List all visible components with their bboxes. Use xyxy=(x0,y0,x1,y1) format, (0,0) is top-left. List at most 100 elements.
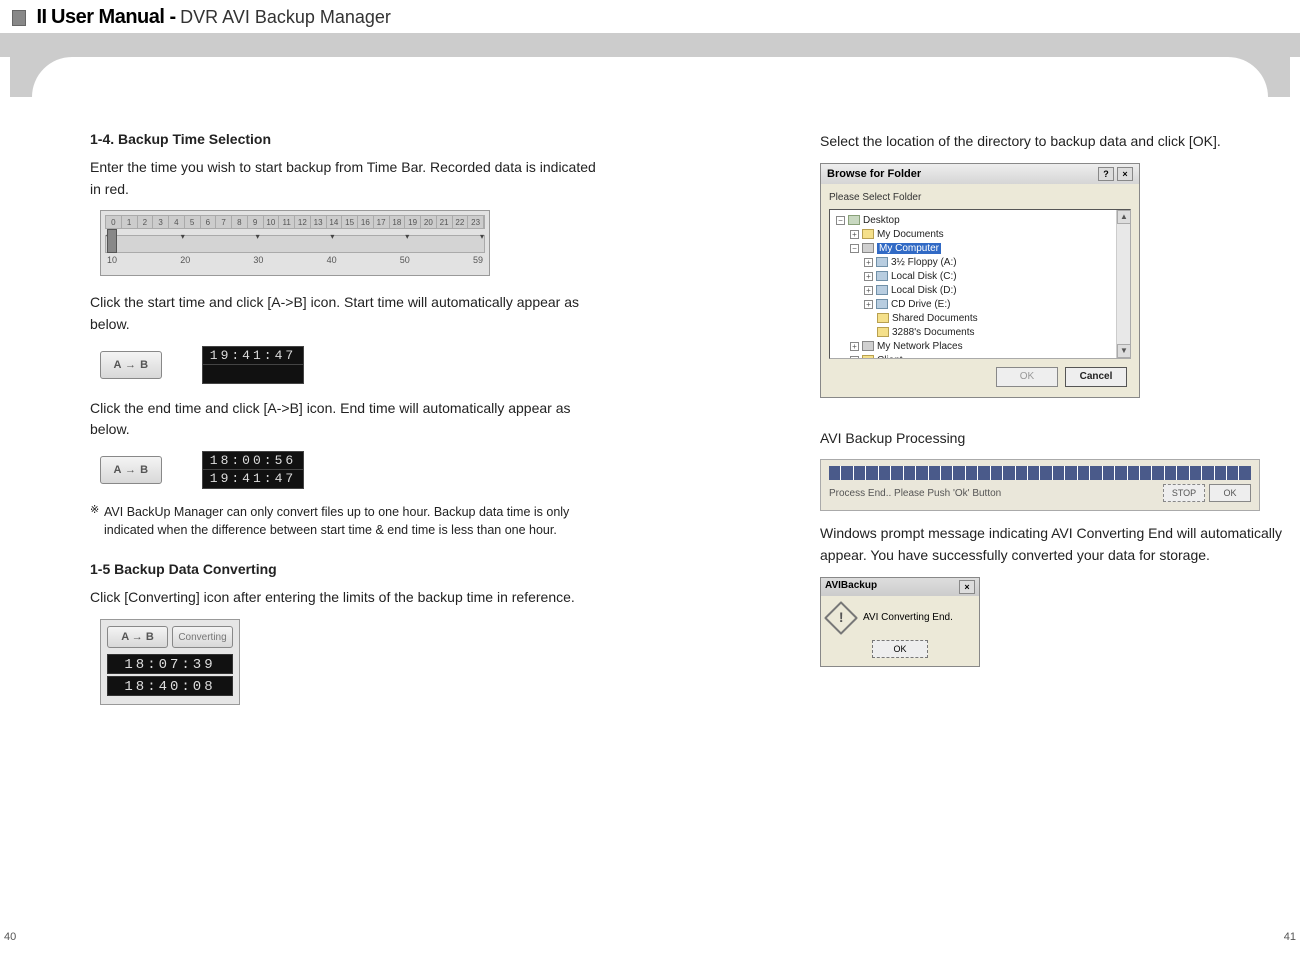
avi-processing-title: AVI Backup Processing xyxy=(820,428,1290,450)
close-icon[interactable]: × xyxy=(1117,167,1133,181)
msgbox-title-text: AVIBackup xyxy=(825,580,877,594)
expand-icon[interactable]: + xyxy=(864,272,873,281)
time-bar-hour-cell[interactable]: 4 xyxy=(169,216,185,228)
progress-segment xyxy=(953,466,964,480)
tree-item-label: Desktop xyxy=(863,215,900,226)
time-bar-hour-cell[interactable]: 23 xyxy=(468,216,484,228)
time-bar-marker-icon[interactable] xyxy=(107,229,117,253)
progress-segment xyxy=(1152,466,1163,480)
tree-item-label: Local Disk (D:) xyxy=(891,285,957,296)
folder-icon xyxy=(862,243,874,253)
progress-segment xyxy=(841,466,852,480)
scroll-up-icon[interactable]: ▲ xyxy=(1117,210,1131,224)
tree-item[interactable]: + Client xyxy=(834,354,1128,359)
progress-text: Process End.. Please Push 'Ok' Button xyxy=(829,488,1001,499)
stop-button[interactable]: STOP xyxy=(1163,484,1205,502)
scrollbar[interactable]: ▲ ▼ xyxy=(1116,210,1130,358)
tree-item[interactable]: +Local Disk (C:) xyxy=(834,270,1128,284)
convert-lcd-start: 18:07:39 xyxy=(107,654,233,674)
progress-segment xyxy=(1040,466,1051,480)
time-bar-hour-cell[interactable]: 13 xyxy=(311,216,327,228)
folder-icon xyxy=(876,257,888,267)
ab-row-start: A → B 19:41:47 xyxy=(100,346,600,384)
time-bar-hour-cell[interactable]: 1 xyxy=(122,216,138,228)
expand-icon[interactable]: + xyxy=(850,230,859,239)
time-bar-hour-cell[interactable]: 19 xyxy=(405,216,421,228)
progress-segment xyxy=(1140,466,1151,480)
progress-segment xyxy=(1165,466,1176,480)
time-bar-hour-cell[interactable]: 3 xyxy=(153,216,169,228)
tree-item[interactable]: Shared Documents xyxy=(834,312,1128,326)
time-bar-hour-cell[interactable]: 6 xyxy=(201,216,217,228)
time-bar-hour-cell[interactable]: 10 xyxy=(264,216,280,228)
start-time-instruction: Click the start time and click [A->B] ic… xyxy=(90,292,600,335)
lcd-time-b: 19:41:47 xyxy=(203,470,303,488)
progress-segment xyxy=(978,466,989,480)
time-bar-minute-label: 10 xyxy=(107,255,117,265)
scroll-down-icon[interactable]: ▼ xyxy=(1117,344,1131,358)
time-bar-hour-cell[interactable]: 5 xyxy=(185,216,201,228)
tree-item[interactable]: + CD Drive (E:) xyxy=(834,298,1128,312)
ab-row-end: A → B 18:00:56 19:41:47 xyxy=(100,451,600,489)
expand-icon[interactable]: − xyxy=(850,244,859,253)
time-bar-hour-cell[interactable]: 14 xyxy=(327,216,343,228)
time-bar-hour-cell[interactable]: 15 xyxy=(342,216,358,228)
time-bar-hour-cell[interactable]: 2 xyxy=(138,216,154,228)
progress-segment xyxy=(1053,466,1064,480)
a-to-b-button[interactable]: A → B xyxy=(100,351,162,379)
expand-icon[interactable]: + xyxy=(864,300,873,309)
folder-icon xyxy=(862,355,874,359)
ok-button[interactable]: OK xyxy=(1209,484,1251,502)
progress-segment xyxy=(866,466,877,480)
lcd-start-time: 19:41:47 xyxy=(203,347,303,365)
time-bar-hour-cell[interactable]: 22 xyxy=(453,216,469,228)
tree-item[interactable]: −My Computer xyxy=(834,242,1128,256)
expand-icon[interactable]: + xyxy=(864,286,873,295)
converting-button[interactable]: Converting xyxy=(172,626,233,648)
header-section: II xyxy=(36,6,46,28)
time-bar-hour-cell[interactable]: 20 xyxy=(421,216,437,228)
time-bar-hour-cell[interactable]: 12 xyxy=(295,216,311,228)
tree-item-label: 3288's Documents xyxy=(892,327,975,338)
cancel-button[interactable]: Cancel xyxy=(1065,367,1127,387)
select-dir-instruction: Select the location of the directory to … xyxy=(820,131,1290,153)
a-to-b-button[interactable]: A → B xyxy=(107,626,168,648)
expand-icon[interactable]: + xyxy=(850,356,859,359)
time-bar-hour-cell[interactable]: 9 xyxy=(248,216,264,228)
time-bar-hour-cell[interactable]: 8 xyxy=(232,216,248,228)
tree-item-label: Client xyxy=(877,355,903,359)
time-bar-hour-cell[interactable]: 11 xyxy=(279,216,295,228)
tree-item-label: CD Drive (E:) xyxy=(891,299,950,310)
expand-icon[interactable]: + xyxy=(864,258,873,267)
time-bar-hours-row: 01234567891011121314151617181920212223 xyxy=(105,215,485,229)
folder-icon xyxy=(876,299,888,309)
page-left: 1-4. Backup Time Selection Enter the tim… xyxy=(0,57,650,947)
tree-item[interactable]: +My Documents xyxy=(834,228,1128,242)
progress-panel: Process End.. Please Push 'Ok' Button ST… xyxy=(820,459,1260,511)
time-bar-track[interactable]: ▾▾▾ ▾▾▾ xyxy=(105,235,485,253)
ok-button[interactable]: OK xyxy=(996,367,1058,387)
time-bar-hour-cell[interactable]: 18 xyxy=(390,216,406,228)
tree-item[interactable]: + Local Disk (D:) xyxy=(834,284,1128,298)
tree-item-label: Shared Documents xyxy=(892,313,978,324)
tree-item[interactable]: − Desktop xyxy=(834,214,1128,228)
time-bar-hour-cell[interactable]: 0 xyxy=(106,216,122,228)
expand-icon[interactable]: − xyxy=(836,216,845,225)
tree-item[interactable]: +3½ Floppy (A:) xyxy=(834,256,1128,270)
a-to-b-button[interactable]: A → B xyxy=(100,456,162,484)
help-icon[interactable]: ? xyxy=(1098,167,1114,181)
time-bar-hour-cell[interactable]: 21 xyxy=(437,216,453,228)
folder-tree[interactable]: − Desktop +My Documents−My Computer+3½ Flo… xyxy=(829,209,1131,359)
close-icon[interactable]: × xyxy=(959,580,975,594)
ok-button[interactable]: OK xyxy=(872,640,928,658)
avi-backup-msgbox: AVIBackup × AVI Converting End. OK xyxy=(820,577,980,667)
expand-icon[interactable]: + xyxy=(850,342,859,351)
warning-icon xyxy=(824,601,858,635)
time-bar-hour-cell[interactable]: 17 xyxy=(374,216,390,228)
tree-item[interactable]: 3288's Documents xyxy=(834,326,1128,340)
time-bar-hour-cell[interactable]: 7 xyxy=(216,216,232,228)
tree-item[interactable]: +My Network Places xyxy=(834,340,1128,354)
time-bar-minute-label: 20 xyxy=(180,255,190,265)
time-bar-hour-cell[interactable]: 16 xyxy=(358,216,374,228)
page-right: Select the location of the directory to … xyxy=(650,57,1300,947)
